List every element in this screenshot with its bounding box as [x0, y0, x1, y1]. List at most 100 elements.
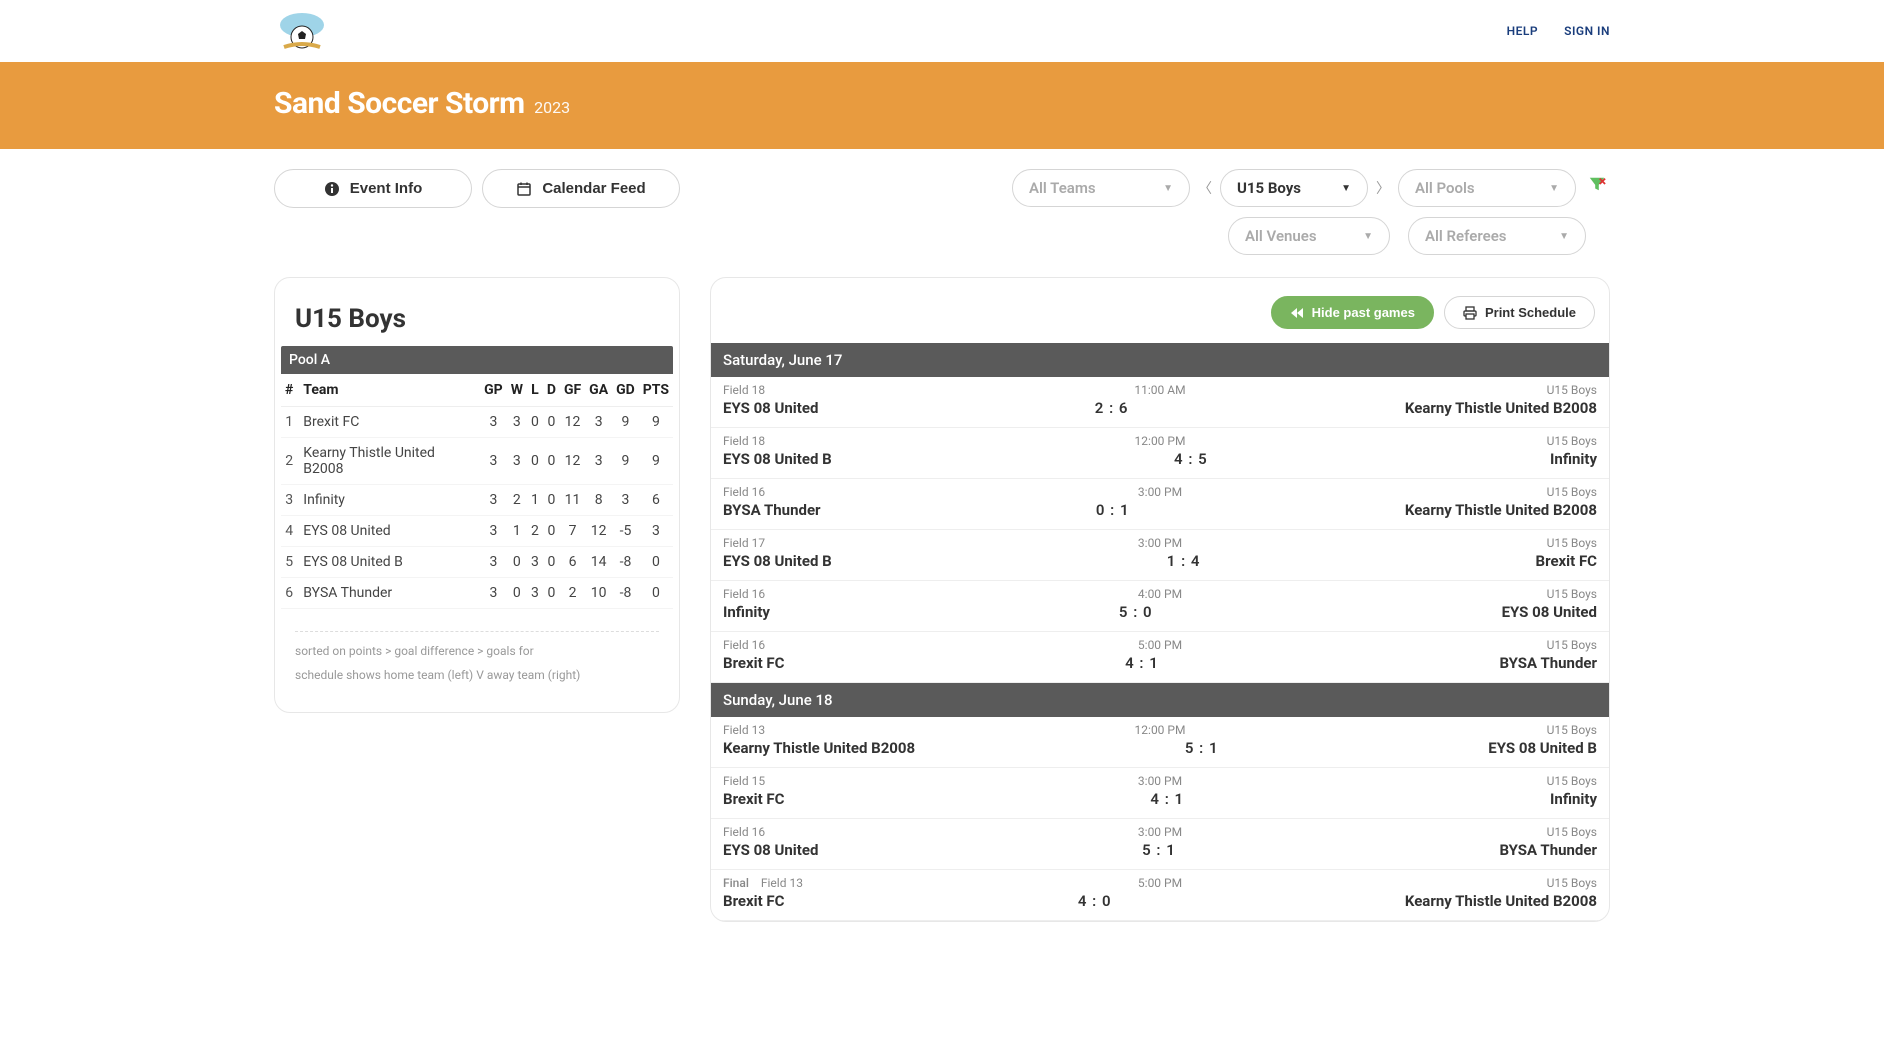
standings-row[interactable]: 2 Kearny Thistle United B2008 3 3 0 0 12… [281, 438, 673, 485]
print-schedule-label: Print Schedule [1485, 305, 1576, 320]
cell-ga: 14 [585, 547, 612, 578]
game-time: 3:00 PM [1138, 774, 1182, 788]
home-team: EYS 08 United B [723, 450, 832, 468]
print-icon [1463, 306, 1477, 320]
standings-row[interactable]: 4 EYS 08 United 3 1 2 0 7 12 -5 3 [281, 516, 673, 547]
filter-clear-icon [1588, 175, 1606, 193]
top-header: HELP SIGN IN [214, 0, 1670, 62]
home-team: EYS 08 United [723, 841, 818, 859]
cell-pts: 9 [639, 438, 673, 485]
cell-l: 3 [527, 578, 543, 609]
info-icon [324, 181, 340, 197]
prev-division-button[interactable]: 〈 [1196, 174, 1214, 202]
caret-down-icon: ▼ [1363, 231, 1373, 242]
cell-d: 0 [543, 516, 560, 547]
game-time: 3:00 PM [1138, 536, 1182, 550]
cell-rank: 2 [281, 438, 297, 485]
game-row[interactable]: Field 13 12:00 PM U15 Boys Kearny Thistl… [711, 717, 1609, 768]
game-time: 3:00 PM [1138, 825, 1182, 839]
cell-gd: -8 [612, 578, 639, 609]
cell-ga: 10 [585, 578, 612, 609]
cell-rank: 5 [281, 547, 297, 578]
print-schedule-button[interactable]: Print Schedule [1444, 296, 1595, 329]
clear-filters-button[interactable] [1582, 169, 1606, 197]
game-row[interactable]: FinalField 13 5:00 PM U15 Boys Brexit FC… [711, 870, 1609, 921]
col-l: L [527, 374, 543, 407]
cell-gd: 3 [612, 485, 639, 516]
pools-filter[interactable]: All Pools ▼ [1398, 169, 1576, 207]
caret-down-icon: ▼ [1163, 183, 1173, 194]
pools-filter-label: All Pools [1415, 179, 1475, 197]
game-row[interactable]: Field 17 3:00 PM U15 Boys EYS 08 United … [711, 530, 1609, 581]
standings-row[interactable]: 3 Infinity 3 2 1 0 11 8 3 6 [281, 485, 673, 516]
sign-in-link[interactable]: SIGN IN [1564, 24, 1610, 38]
cell-team: Brexit FC [297, 407, 480, 438]
venues-filter[interactable]: All Venues ▼ [1228, 217, 1390, 255]
cell-w: 0 [507, 547, 527, 578]
next-division-button[interactable]: 〉 [1374, 174, 1392, 202]
teams-filter[interactable]: All Teams ▼ [1012, 169, 1190, 207]
standings-title: U15 Boys [281, 304, 673, 346]
game-round: Final [723, 876, 749, 890]
cell-ga: 3 [585, 438, 612, 485]
calendar-feed-button[interactable]: Calendar Feed [482, 169, 680, 208]
game-row[interactable]: Field 16 3:00 PM U15 Boys EYS 08 United … [711, 819, 1609, 870]
cell-ga: 12 [585, 516, 612, 547]
cell-pts: 6 [639, 485, 673, 516]
standings-row[interactable]: 6 BYSA Thunder 3 0 3 0 2 10 -8 0 [281, 578, 673, 609]
venues-filter-label: All Venues [1245, 227, 1317, 245]
calendar-feed-label: Calendar Feed [542, 180, 645, 197]
game-score: 5 : 0 [1119, 603, 1153, 621]
col-ga: GA [585, 374, 612, 407]
cell-gp: 3 [480, 438, 507, 485]
help-link[interactable]: HELP [1507, 24, 1538, 38]
game-time: 4:00 PM [1138, 587, 1182, 601]
away-team: Kearny Thistle United B2008 [1405, 399, 1597, 417]
standings-row[interactable]: 5 EYS 08 United B 3 0 3 0 6 14 -8 0 [281, 547, 673, 578]
game-row[interactable]: Field 18 11:00 AM U15 Boys EYS 08 United… [711, 377, 1609, 428]
cell-pts: 9 [639, 407, 673, 438]
game-field: FinalField 13 [723, 876, 803, 890]
cell-rank: 3 [281, 485, 297, 516]
game-time: 3:00 PM [1138, 485, 1182, 499]
game-time: 5:00 PM [1138, 638, 1182, 652]
cell-gp: 3 [480, 485, 507, 516]
game-field: Field 16 [723, 587, 765, 601]
game-time: 5:00 PM [1138, 876, 1182, 890]
org-logo[interactable] [274, 9, 330, 53]
division-filter[interactable]: U15 Boys ▼ [1220, 169, 1368, 207]
event-info-button[interactable]: Event Info [274, 169, 472, 208]
home-team: Brexit FC [723, 892, 784, 910]
referees-filter[interactable]: All Referees ▼ [1408, 217, 1586, 255]
game-row[interactable]: Field 16 5:00 PM U15 Boys Brexit FC 4 : … [711, 632, 1609, 683]
cell-gd: -5 [612, 516, 639, 547]
game-row[interactable]: Field 18 12:00 PM U15 Boys EYS 08 United… [711, 428, 1609, 479]
event-banner: Sand Soccer Storm 2023 [0, 62, 1884, 149]
col-rank: # [281, 374, 297, 407]
hide-past-games-button[interactable]: Hide past games [1271, 296, 1434, 329]
game-row[interactable]: Field 15 3:00 PM U15 Boys Brexit FC 4 : … [711, 768, 1609, 819]
cell-gp: 3 [480, 578, 507, 609]
cell-team: EYS 08 United [297, 516, 480, 547]
cell-ga: 3 [585, 407, 612, 438]
cell-d: 0 [543, 438, 560, 485]
col-gp: GP [480, 374, 507, 407]
col-gf: GF [560, 374, 585, 407]
col-d: D [543, 374, 560, 407]
cell-l: 0 [527, 438, 543, 485]
game-score: 0 : 1 [1096, 501, 1130, 519]
day-header: Sunday, June 18 [711, 683, 1609, 717]
cell-d: 0 [543, 407, 560, 438]
game-score: 4 : 5 [1174, 450, 1208, 468]
cell-d: 0 [543, 578, 560, 609]
standings-row[interactable]: 1 Brexit FC 3 3 0 0 12 3 9 9 [281, 407, 673, 438]
game-division: U15 Boys [1547, 587, 1597, 601]
cell-l: 3 [527, 547, 543, 578]
game-row[interactable]: Field 16 4:00 PM U15 Boys Infinity 5 : 0… [711, 581, 1609, 632]
cell-gp: 3 [480, 516, 507, 547]
cell-l: 2 [527, 516, 543, 547]
game-row[interactable]: Field 16 3:00 PM U15 Boys BYSA Thunder 0… [711, 479, 1609, 530]
game-field: Field 13 [723, 723, 765, 737]
caret-down-icon: ▼ [1559, 231, 1569, 242]
cell-gf: 12 [560, 407, 585, 438]
